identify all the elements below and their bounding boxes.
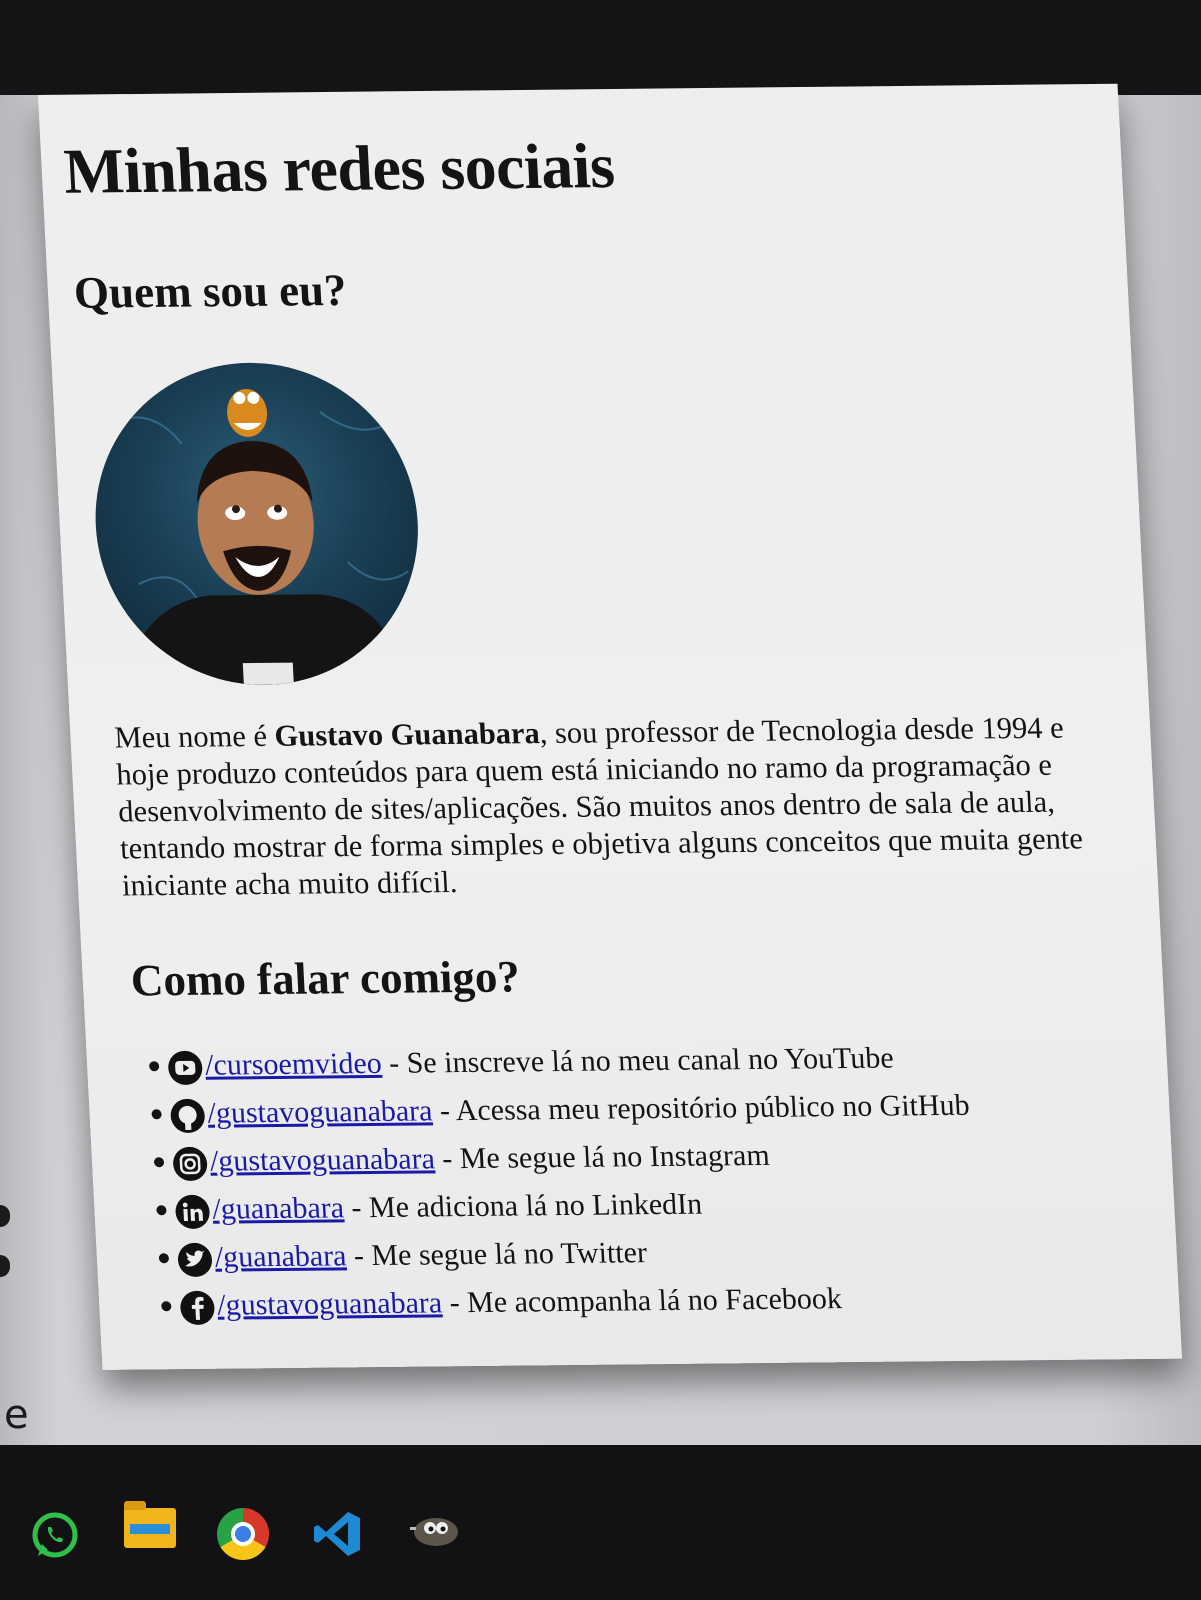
link-description: - Me acompanha lá no Facebook — [441, 1282, 843, 1320]
twitter-link[interactable]: /guanabara — [214, 1239, 347, 1273]
link-description: - Me adiciona lá no LinkedIn — [343, 1187, 703, 1225]
link-description: - Me segue lá no Instagram — [433, 1138, 771, 1176]
list-item: /gustavoguanabara - Me acompanha lá no F… — [161, 1274, 980, 1331]
gimp-icon[interactable] — [406, 1508, 462, 1552]
browser-page: Minhas redes sociais Quem sou eu? Meu no… — [38, 83, 1183, 1370]
instagram-link[interactable]: /gustavoguanabara — [209, 1142, 435, 1177]
bullet — [161, 1301, 172, 1312]
list-item: /gustavoguanabara - Me segue lá no Insta… — [153, 1130, 973, 1187]
chrome-icon[interactable] — [217, 1508, 269, 1560]
taskbar — [0, 1445, 1201, 1600]
link-description: - Acessa meu repositório público no GitH… — [431, 1088, 971, 1128]
monitor-top-bezel — [0, 0, 1201, 95]
background-window-text: e — [4, 1392, 29, 1438]
vscode-icon[interactable] — [312, 1508, 364, 1560]
profile-photo — [87, 361, 426, 687]
about-heading: Quem sou eu? — [72, 264, 348, 318]
linkedin-link[interactable]: /guanabara — [212, 1191, 345, 1225]
link-description: - Me segue lá no Twitter — [345, 1236, 648, 1273]
whatsapp-icon[interactable] — [28, 1508, 82, 1562]
facebook-link[interactable]: /gustavoguanabara — [216, 1286, 442, 1321]
list-item: /guanabara - Me segue lá no Twitter — [158, 1226, 978, 1283]
youtube-icon — [168, 1050, 203, 1085]
twitter-icon — [177, 1242, 213, 1277]
facebook-icon — [180, 1290, 215, 1325]
author-name: Gustavo Guanabara — [273, 716, 541, 753]
bio-text: Meu nome é — [113, 718, 276, 755]
page-title: Minhas redes sociais — [62, 130, 617, 207]
github-link[interactable]: /gustavoguanabara — [207, 1094, 433, 1129]
bullet — [148, 1061, 160, 1072]
bullet — [153, 1157, 165, 1168]
bullet — [156, 1205, 167, 1216]
social-links-list: /cursoemvideo - Se inscreve lá no meu ca… — [148, 1034, 981, 1331]
bio-paragraph: Meu nome é Gustavo Guanabara, sou profes… — [114, 709, 1123, 904]
bullet — [151, 1109, 162, 1120]
linkedin-icon — [175, 1194, 210, 1229]
file-explorer-icon[interactable] — [124, 1501, 176, 1548]
list-item: /gustavoguanabara - Acessa meu repositór… — [151, 1082, 971, 1139]
link-description: - Se inscreve lá no meu canal no YouTube — [380, 1041, 895, 1080]
list-item: /cursoemvideo - Se inscreve lá no meu ca… — [148, 1034, 968, 1091]
github-icon — [170, 1098, 205, 1133]
list-item: /guanabara - Me adiciona lá no LinkedIn — [156, 1178, 975, 1235]
youtube-link[interactable]: /cursoemvideo — [204, 1047, 382, 1082]
bullet — [158, 1253, 170, 1264]
instagram-icon — [173, 1146, 208, 1181]
contact-heading: Como falar comigo? — [129, 951, 522, 1006]
